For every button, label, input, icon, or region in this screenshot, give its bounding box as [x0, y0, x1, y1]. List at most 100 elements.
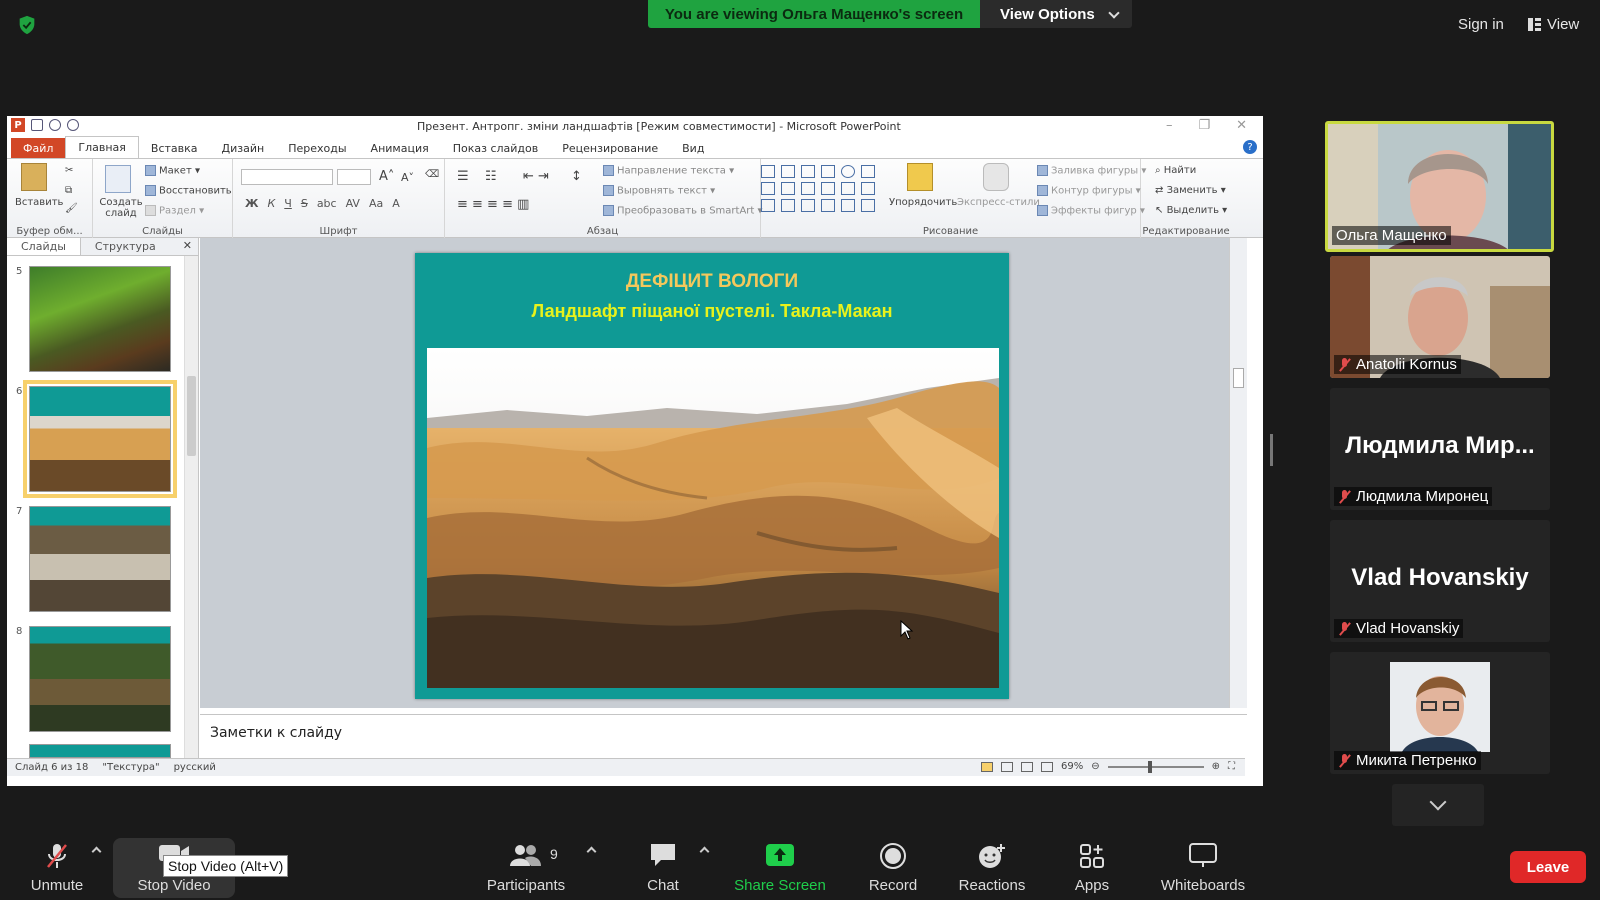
tab-home[interactable]: Главная	[65, 136, 139, 158]
text-direction-button[interactable]: Направление текста ▾	[603, 165, 734, 177]
view-button[interactable]: View	[1528, 16, 1579, 33]
reading-view-icon[interactable]	[1020, 761, 1033, 772]
language[interactable]: русский	[174, 762, 216, 773]
select-button[interactable]: ↖ Выделить ▾	[1155, 205, 1227, 216]
slide-thumbnail-6[interactable]	[23, 380, 177, 498]
leave-button[interactable]: Leave	[1510, 851, 1586, 883]
unmute-button[interactable]: Unmute	[24, 836, 90, 896]
audio-options-caret-icon[interactable]	[91, 846, 102, 857]
whiteboards-button[interactable]: Whiteboards	[1156, 836, 1250, 896]
cut-icon[interactable]: ✂	[65, 165, 73, 176]
minimize-icon[interactable]: –	[1166, 118, 1173, 133]
tab-transitions[interactable]: Переходы	[276, 138, 358, 158]
participant-tile[interactable]: Людмила Мир... Людмила Миронец	[1330, 388, 1550, 510]
redo-icon[interactable]	[67, 119, 79, 131]
replace-button[interactable]: ⇄ Заменить ▾	[1155, 185, 1226, 196]
sign-in-button[interactable]: Sign in	[1458, 16, 1504, 33]
grow-font-icon[interactable]: A˄	[379, 169, 394, 184]
record-button[interactable]: Record	[860, 836, 926, 896]
format-painter-icon[interactable]: 🖌	[65, 203, 78, 214]
share-screen-button[interactable]: Share Screen	[732, 836, 828, 896]
tab-file[interactable]: Файл	[11, 138, 66, 158]
reactions-button[interactable]: Reactions	[950, 836, 1034, 896]
normal-view-icon[interactable]	[980, 761, 993, 772]
participant-tile-active[interactable]: Ольга Мащенко	[1325, 121, 1554, 252]
notes-pane[interactable]: Заметки к слайду	[200, 714, 1247, 754]
align-text-button[interactable]: Выровнять текст ▾	[603, 185, 715, 197]
zoom-in-icon[interactable]: ⊕	[1212, 761, 1220, 772]
italic-icon[interactable]: К	[267, 197, 275, 210]
tab-outline[interactable]: Структура	[81, 238, 170, 255]
participants-button[interactable]: 9 Participants	[482, 836, 570, 896]
slide-scroll-thumb[interactable]	[1233, 368, 1244, 388]
zoom-slider[interactable]	[1107, 760, 1204, 773]
line-spacing-icon[interactable]: ↕	[571, 169, 582, 184]
apps-button[interactable]: Apps	[1064, 836, 1120, 896]
bullets-icon[interactable]: ☰	[457, 169, 469, 184]
slide-thumbnail-8[interactable]	[29, 626, 171, 732]
participant-tile[interactable]: Anatolii Kornus	[1330, 256, 1550, 378]
restore-icon[interactable]: ❐	[1198, 118, 1210, 133]
zoom-level[interactable]: 69%	[1061, 761, 1083, 772]
font-name-box[interactable]	[241, 169, 333, 185]
undo-icon[interactable]	[49, 119, 61, 131]
chat-button[interactable]: Chat	[634, 836, 692, 896]
current-slide[interactable]: ДЕФІЦИТ ВОЛОГИ Ландшафт піщаної пустелі.…	[415, 253, 1009, 699]
slide-thumbnail-9[interactable]	[29, 744, 171, 758]
numbering-icon[interactable]: ☷	[485, 169, 497, 184]
save-icon[interactable]	[31, 119, 43, 131]
participant-tile[interactable]: Микита Петренко	[1330, 652, 1550, 774]
font-color-icon[interactable]: A	[392, 197, 400, 210]
paste-button[interactable]: Вставить	[15, 197, 63, 208]
layout-button[interactable]: Макет ▾	[145, 165, 200, 177]
arrange-button[interactable]: Упорядочить	[889, 197, 957, 208]
case-icon[interactable]: Aa	[369, 197, 383, 210]
shapes-gallery[interactable]	[761, 165, 881, 213]
slide-thumbnail-5[interactable]	[29, 266, 171, 372]
view-options-button[interactable]: View Options	[980, 0, 1132, 28]
more-participants-button[interactable]	[1392, 784, 1484, 826]
shadow-icon[interactable]: abc	[317, 197, 337, 210]
spacing-icon[interactable]: AV	[346, 197, 360, 210]
underline-icon[interactable]: Ч	[284, 197, 292, 210]
sorter-view-icon[interactable]	[1000, 761, 1013, 772]
slideshow-view-icon[interactable]	[1040, 761, 1053, 772]
close-icon[interactable]: ✕	[1236, 118, 1247, 133]
bold-icon[interactable]: Ж	[245, 197, 258, 210]
close-pane-icon[interactable]: ✕	[183, 239, 192, 252]
shape-fill-button[interactable]: Заливка фигуры ▾	[1037, 165, 1146, 177]
shrink-font-icon[interactable]: A˅	[401, 171, 414, 184]
pane-scroll-thumb[interactable]	[187, 376, 196, 456]
tab-review[interactable]: Рецензирование	[550, 138, 670, 158]
participant-tile[interactable]: Vlad Hovanskiy Vlad Hovanskiy	[1330, 520, 1550, 642]
panel-divider[interactable]	[1270, 434, 1273, 466]
slide-thumbnail-7[interactable]	[29, 506, 171, 612]
smartart-button[interactable]: Преобразовать в SmartArt ▾	[603, 205, 763, 217]
strike-icon[interactable]: S	[301, 197, 308, 210]
find-button[interactable]: ⌕ Найти	[1155, 165, 1196, 176]
help-icon[interactable]: ?	[1243, 140, 1257, 154]
reset-button[interactable]: Восстановить	[145, 185, 232, 197]
new-slide-button[interactable]: Создать слайд	[99, 197, 143, 219]
indent-icon[interactable]: ⇤ ⇥	[523, 169, 549, 184]
section-button[interactable]: Раздел ▾	[145, 205, 204, 217]
slide-scrollbar[interactable]	[1229, 238, 1247, 708]
quick-styles-button[interactable]: Экспресс-стили	[957, 197, 1040, 208]
fit-window-icon[interactable]: ⛶	[1228, 761, 1235, 772]
chat-caret-icon[interactable]	[699, 846, 710, 857]
tab-view[interactable]: Вид	[670, 138, 716, 158]
tab-animations[interactable]: Анимация	[359, 138, 441, 158]
shape-outline-button[interactable]: Контур фигуры ▾	[1037, 185, 1141, 197]
tab-slideshow[interactable]: Показ слайдов	[441, 138, 551, 158]
participants-caret-icon[interactable]	[586, 846, 597, 857]
tab-design[interactable]: Дизайн	[210, 138, 277, 158]
pane-scrollbar[interactable]	[184, 256, 198, 758]
font-size-box[interactable]	[337, 169, 371, 185]
align-buttons[interactable]: ≡ ≡ ≡ ≡ ▥	[457, 197, 529, 212]
shape-effects-button[interactable]: Эффекты фигур ▾	[1037, 205, 1145, 217]
zoom-out-icon[interactable]: ⊖	[1091, 761, 1099, 772]
copy-icon[interactable]: ⧉	[65, 185, 72, 196]
tab-insert[interactable]: Вставка	[139, 138, 210, 158]
clear-format-icon[interactable]: ⌫	[425, 169, 439, 180]
tab-slides[interactable]: Слайды	[7, 238, 81, 255]
